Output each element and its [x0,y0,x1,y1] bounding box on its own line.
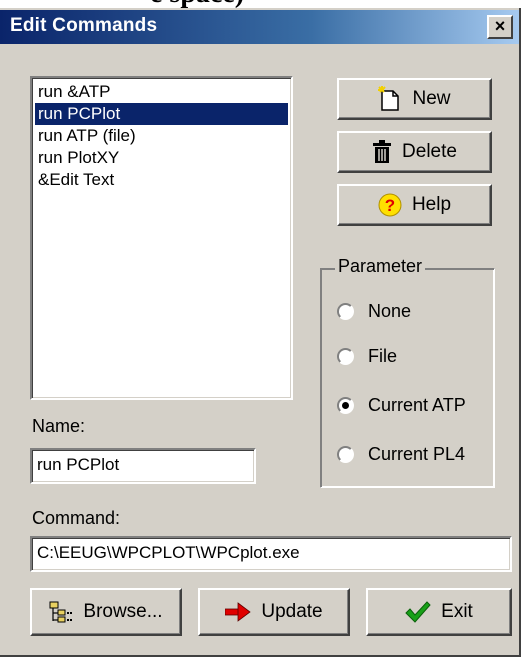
parameter-legend: Parameter [335,256,426,277]
list-item[interactable]: run &ATP [35,81,288,103]
browse-button[interactable]: Browse... [30,588,182,636]
checkmark-icon [405,600,431,624]
delete-button-label: Delete [402,141,457,162]
exit-button-label: Exit [441,601,473,622]
exit-button[interactable]: Exit [366,588,512,636]
list-item-label: &Edit Text [38,170,115,189]
arrow-right-icon [225,602,252,622]
radio-label: Current PL4 [368,443,466,464]
new-document-icon [378,86,402,112]
list-item[interactable]: run PCPlot [35,103,288,125]
radio-label: None [368,300,412,321]
radio-button[interactable] [337,347,354,365]
update-button[interactable]: Update [198,588,350,636]
dialog-title: Edit Commands [10,15,158,36]
cutoff-caption-text: e space) [150,0,244,8]
close-button[interactable]: × [487,15,513,39]
svg-text:?: ? [385,196,395,215]
radio-button-checked[interactable] [337,396,354,414]
help-button-label: Help [411,194,452,215]
help-icon: ? [378,193,402,217]
update-button-label: Update [261,601,323,622]
name-input[interactable]: run PCPlot [30,448,256,484]
radio-current-pl4[interactable]: Current PL4 [337,441,465,467]
folder-tree-icon [49,600,73,624]
close-icon: × [494,16,506,36]
radio-none[interactable]: None [337,298,411,324]
list-item-label: run ATP (file) [38,126,136,145]
trash-icon [372,140,392,164]
new-button[interactable]: New [337,78,492,120]
new-button-label: New [412,88,451,109]
browse-button-label: Browse... [83,601,163,622]
list-item-label: run &ATP [38,82,111,101]
delete-button[interactable]: Delete [337,131,492,173]
radio-button[interactable] [337,302,354,320]
radio-label: File [368,345,398,366]
list-item-label: run PlotXY [38,148,120,167]
commands-listbox[interactable]: run &ATP run PCPlot run ATP (file) run P… [30,76,293,400]
list-item[interactable]: &Edit Text [35,169,288,191]
edit-commands-dialog: Edit Commands × run &ATP run PCPlot run … [0,0,521,657]
cutoff-caption: e space) [0,0,521,8]
help-button[interactable]: ? Help [337,184,492,226]
list-item-label: run PCPlot [38,104,121,123]
list-item[interactable]: run PlotXY [35,147,288,169]
command-label: Command: [32,508,121,528]
title-bar[interactable]: Edit Commands × [0,10,519,44]
name-label: Name: [32,416,86,436]
radio-label: Current ATP [368,394,466,415]
radio-file[interactable]: File [337,343,397,369]
radio-button[interactable] [337,445,354,463]
list-item[interactable]: run ATP (file) [35,125,288,147]
command-input[interactable]: C:\EEUG\WPCPLOT\WPCplot.exe [30,536,512,572]
radio-current-atp[interactable]: Current ATP [337,392,466,418]
parameter-groupbox: Parameter None File Current ATP Current … [320,256,495,488]
